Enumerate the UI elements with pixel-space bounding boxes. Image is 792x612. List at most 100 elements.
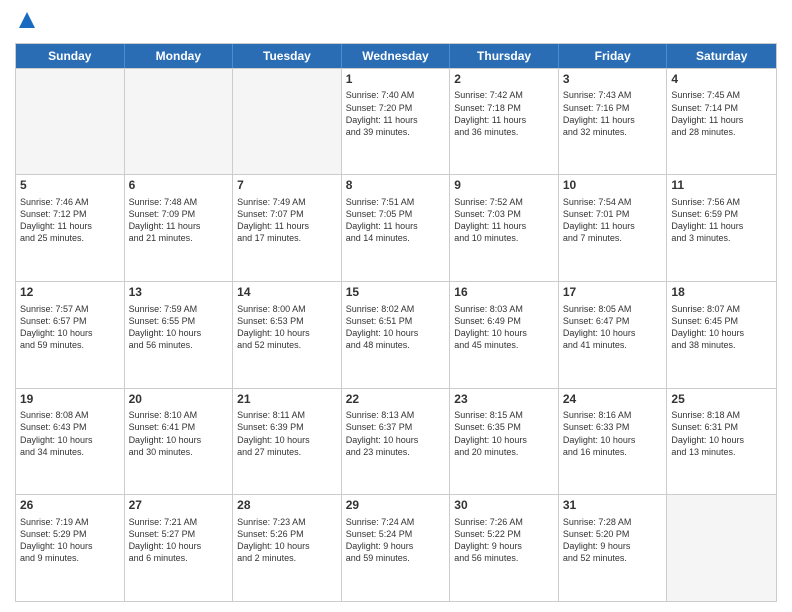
day-number: 18 [671,285,772,301]
day-cell-12: 12Sunrise: 7:57 AM Sunset: 6:57 PM Dayli… [16,282,125,388]
header [15,10,777,35]
day-cell-6: 6 Sunrise: 7:48 AM Sunset: 7:09 PM Daylig… [125,175,234,281]
day-cell-11: 11 Sunrise: 7:56 AM Sunset: 6:59 PM Dayli… [667,175,776,281]
day-number: 6 [129,178,229,194]
day-info: Sunrise: 8:11 AM Sunset: 6:39 PM Dayligh… [237,409,337,458]
day-info: Sunrise: 8:08 AM Sunset: 6:43 PM Dayligh… [20,409,120,458]
day-cell-17: 17Sunrise: 8:05 AM Sunset: 6:47 PM Dayli… [559,282,668,388]
day-number: 16 [454,285,554,301]
day-number: 19 [20,392,120,408]
day-info: Sunrise: 8:00 AM Sunset: 6:53 PM Dayligh… [237,303,337,352]
day-cell-8: 8 Sunrise: 7:51 AM Sunset: 7:05 PM Daylig… [342,175,451,281]
day-info: Sunrise: 8:15 AM Sunset: 6:35 PM Dayligh… [454,409,554,458]
day-cell-23: 23Sunrise: 8:15 AM Sunset: 6:35 PM Dayli… [450,389,559,495]
day-number: 2 [454,72,554,88]
weekday-header-sunday: Sunday [16,44,125,68]
day-number: 5 [20,178,120,194]
calendar-row-4: 19Sunrise: 8:08 AM Sunset: 6:43 PM Dayli… [16,388,776,495]
day-number: 23 [454,392,554,408]
weekday-header-tuesday: Tuesday [233,44,342,68]
day-number: 10 [563,178,663,194]
calendar-row-2: 5 Sunrise: 7:46 AM Sunset: 7:12 PM Daylig… [16,174,776,281]
day-cell-30: 30 Sunrise: 7:26 AM Sunset: 5:22 PM Dayli… [450,495,559,601]
day-cell-24: 24Sunrise: 8:16 AM Sunset: 6:33 PM Dayli… [559,389,668,495]
day-cell-19: 19Sunrise: 8:08 AM Sunset: 6:43 PM Dayli… [16,389,125,495]
day-number: 1 [346,72,446,88]
day-number: 14 [237,285,337,301]
day-cell-14: 14 Sunrise: 8:00 AM Sunset: 6:53 PM Dayli… [233,282,342,388]
day-info: Sunrise: 7:57 AM Sunset: 6:57 PM Dayligh… [20,303,120,352]
day-cell-25: 25Sunrise: 8:18 AM Sunset: 6:31 PM Dayli… [667,389,776,495]
day-number: 8 [346,178,446,194]
day-number: 29 [346,498,446,514]
day-cell-3: 3Sunrise: 7:43 AM Sunset: 7:16 PM Daylig… [559,69,668,175]
day-cell-7: 7Sunrise: 7:49 AM Sunset: 7:07 PM Daylig… [233,175,342,281]
day-number: 4 [671,72,772,88]
day-info: Sunrise: 7:26 AM Sunset: 5:22 PM Dayligh… [454,516,554,565]
empty-cell-0-2 [233,69,342,175]
calendar-row-5: 26 Sunrise: 7:19 AM Sunset: 5:29 PM Dayli… [16,494,776,601]
weekday-header-wednesday: Wednesday [342,44,451,68]
day-info: Sunrise: 8:03 AM Sunset: 6:49 PM Dayligh… [454,303,554,352]
day-info: Sunrise: 7:59 AM Sunset: 6:55 PM Dayligh… [129,303,229,352]
weekday-header-monday: Monday [125,44,234,68]
day-info: Sunrise: 7:43 AM Sunset: 7:16 PM Dayligh… [563,89,663,138]
day-info: Sunrise: 8:16 AM Sunset: 6:33 PM Dayligh… [563,409,663,458]
day-cell-18: 18 Sunrise: 8:07 AM Sunset: 6:45 PM Dayli… [667,282,776,388]
day-number: 25 [671,392,772,408]
day-cell-9: 9Sunrise: 7:52 AM Sunset: 7:03 PM Daylig… [450,175,559,281]
day-info: Sunrise: 8:18 AM Sunset: 6:31 PM Dayligh… [671,409,772,458]
day-cell-29: 29 Sunrise: 7:24 AM Sunset: 5:24 PM Dayli… [342,495,451,601]
day-info: Sunrise: 7:40 AM Sunset: 7:20 PM Dayligh… [346,89,446,138]
day-info: Sunrise: 7:19 AM Sunset: 5:29 PM Dayligh… [20,516,120,565]
day-cell-10: 10 Sunrise: 7:54 AM Sunset: 7:01 PM Dayli… [559,175,668,281]
day-cell-31: 31 Sunrise: 7:28 AM Sunset: 5:20 PM Dayli… [559,495,668,601]
day-cell-16: 16 Sunrise: 8:03 AM Sunset: 6:49 PM Dayli… [450,282,559,388]
day-number: 31 [563,498,663,514]
day-cell-15: 15Sunrise: 8:02 AM Sunset: 6:51 PM Dayli… [342,282,451,388]
day-number: 27 [129,498,229,514]
day-info: Sunrise: 8:10 AM Sunset: 6:41 PM Dayligh… [129,409,229,458]
day-number: 24 [563,392,663,408]
empty-cell-0-0 [16,69,125,175]
page: SundayMondayTuesdayWednesdayThursdayFrid… [0,0,792,612]
day-cell-20: 20Sunrise: 8:10 AM Sunset: 6:41 PM Dayli… [125,389,234,495]
day-cell-4: 4Sunrise: 7:45 AM Sunset: 7:14 PM Daylig… [667,69,776,175]
calendar-row-1: 1Sunrise: 7:40 AM Sunset: 7:20 PM Daylig… [16,68,776,175]
day-info: Sunrise: 7:52 AM Sunset: 7:03 PM Dayligh… [454,196,554,245]
day-info: Sunrise: 7:45 AM Sunset: 7:14 PM Dayligh… [671,89,772,138]
day-number: 22 [346,392,446,408]
empty-cell-4-6 [667,495,776,601]
day-info: Sunrise: 7:51 AM Sunset: 7:05 PM Dayligh… [346,196,446,245]
day-number: 20 [129,392,229,408]
calendar-header: SundayMondayTuesdayWednesdayThursdayFrid… [16,44,776,68]
day-info: Sunrise: 7:49 AM Sunset: 7:07 PM Dayligh… [237,196,337,245]
day-number: 11 [671,178,772,194]
calendar-body: 1Sunrise: 7:40 AM Sunset: 7:20 PM Daylig… [16,68,776,601]
day-info: Sunrise: 7:54 AM Sunset: 7:01 PM Dayligh… [563,196,663,245]
calendar: SundayMondayTuesdayWednesdayThursdayFrid… [15,43,777,602]
day-number: 13 [129,285,229,301]
day-info: Sunrise: 8:02 AM Sunset: 6:51 PM Dayligh… [346,303,446,352]
logo [15,10,37,35]
weekday-header-thursday: Thursday [450,44,559,68]
day-cell-26: 26 Sunrise: 7:19 AM Sunset: 5:29 PM Dayli… [16,495,125,601]
day-info: Sunrise: 7:56 AM Sunset: 6:59 PM Dayligh… [671,196,772,245]
day-cell-22: 22Sunrise: 8:13 AM Sunset: 6:37 PM Dayli… [342,389,451,495]
day-cell-5: 5 Sunrise: 7:46 AM Sunset: 7:12 PM Daylig… [16,175,125,281]
day-number: 3 [563,72,663,88]
day-info: Sunrise: 8:13 AM Sunset: 6:37 PM Dayligh… [346,409,446,458]
day-number: 17 [563,285,663,301]
day-info: Sunrise: 8:07 AM Sunset: 6:45 PM Dayligh… [671,303,772,352]
day-info: Sunrise: 7:28 AM Sunset: 5:20 PM Dayligh… [563,516,663,565]
empty-cell-0-1 [125,69,234,175]
day-info: Sunrise: 7:24 AM Sunset: 5:24 PM Dayligh… [346,516,446,565]
day-number: 26 [20,498,120,514]
day-number: 30 [454,498,554,514]
day-info: Sunrise: 7:23 AM Sunset: 5:26 PM Dayligh… [237,516,337,565]
day-cell-28: 28Sunrise: 7:23 AM Sunset: 5:26 PM Dayli… [233,495,342,601]
day-cell-21: 21Sunrise: 8:11 AM Sunset: 6:39 PM Dayli… [233,389,342,495]
day-info: Sunrise: 7:46 AM Sunset: 7:12 PM Dayligh… [20,196,120,245]
day-info: Sunrise: 7:48 AM Sunset: 7:09 PM Dayligh… [129,196,229,245]
calendar-row-3: 12Sunrise: 7:57 AM Sunset: 6:57 PM Dayli… [16,281,776,388]
